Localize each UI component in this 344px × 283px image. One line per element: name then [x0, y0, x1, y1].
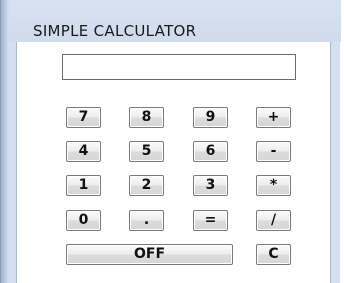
- digit-1-button[interactable]: 1: [66, 175, 101, 196]
- digit-2-button[interactable]: 2: [129, 175, 164, 196]
- decimal-point-button[interactable]: .: [129, 210, 164, 231]
- window-frame-edge: [1, 0, 9, 283]
- digit-3-button[interactable]: 3: [193, 175, 228, 196]
- digit-4-button[interactable]: 4: [66, 141, 101, 162]
- subtract-button[interactable]: -: [256, 141, 291, 162]
- digit-8-button[interactable]: 8: [129, 107, 164, 128]
- digit-6-button[interactable]: 6: [193, 141, 228, 162]
- digit-5-button[interactable]: 5: [129, 141, 164, 162]
- title-bar[interactable]: SIMPLE CALCULATOR: [9, 0, 341, 42]
- add-button[interactable]: +: [256, 107, 291, 128]
- clear-button[interactable]: C: [256, 244, 291, 265]
- divide-button[interactable]: /: [256, 210, 291, 231]
- off-button[interactable]: OFF: [66, 244, 233, 265]
- digit-7-button[interactable]: 7: [66, 107, 101, 128]
- digit-0-button[interactable]: 0: [66, 210, 101, 231]
- multiply-button[interactable]: *: [256, 175, 291, 196]
- result-display[interactable]: [62, 54, 296, 80]
- window-title: SIMPLE CALCULATOR: [33, 22, 197, 40]
- digit-9-button[interactable]: 9: [193, 107, 228, 128]
- equals-button[interactable]: =: [193, 210, 228, 231]
